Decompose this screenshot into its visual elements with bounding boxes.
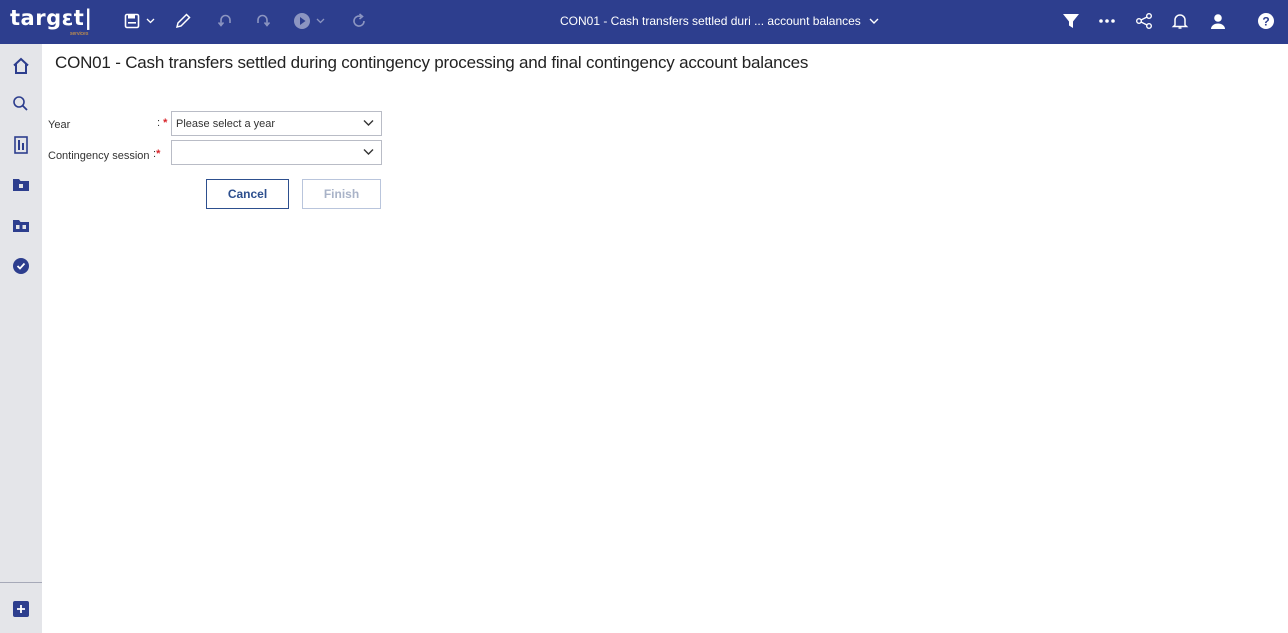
report-icon[interactable] [8,132,34,158]
add-icon[interactable] [8,596,34,622]
undo-icon[interactable] [214,9,236,33]
session-required-marker: :* [153,148,160,160]
report-title-text: CON01 - Cash transfers settled duri ... … [560,14,861,28]
chevron-down-icon[interactable] [144,9,156,33]
required-asterisk: * [156,148,161,160]
save-icon[interactable] [122,9,142,33]
more-icon[interactable] [1096,9,1118,33]
user-icon[interactable] [1207,9,1229,33]
year-select-placeholder: Please select a year [176,117,276,130]
contingency-session-label: Contingency session [48,150,150,162]
required-asterisk: * [163,117,168,129]
chevron-down-icon [363,118,374,130]
folder-icon[interactable] [8,171,34,197]
bell-icon[interactable] [1169,9,1191,33]
refresh-icon[interactable] [348,9,370,33]
team-folder-icon[interactable] [8,212,34,238]
search-icon[interactable] [8,91,34,117]
run-icon[interactable] [292,9,312,33]
check-circle-icon[interactable] [8,253,34,279]
chevron-down-icon [869,14,879,28]
year-label: Year [48,119,71,131]
cancel-button[interactable]: Cancel [206,179,289,209]
redo-icon[interactable] [252,9,274,33]
sidebar-divider [0,582,42,583]
contingency-session-select[interactable] [171,140,382,165]
brand-subtitle: services [70,31,89,37]
chevron-down-icon[interactable] [314,9,326,33]
brand-logo: targεt| services [10,5,93,37]
edit-pencil-icon[interactable] [172,9,194,33]
svg-text:?: ? [1262,15,1269,29]
home-icon[interactable] [8,53,34,79]
sidebar [0,44,42,633]
year-required-marker: : * [157,117,167,129]
chevron-down-icon [363,147,374,159]
top-bar: targεt| services CON01 - Cash transfers … [0,0,1288,44]
finish-button[interactable]: Finish [302,179,381,209]
page-title: CON01 - Cash transfers settled during co… [55,53,809,72]
help-icon[interactable]: ? [1255,9,1277,33]
brand-name: targεt| [10,6,93,30]
share-icon[interactable] [1133,9,1155,33]
colon: : [157,117,161,129]
filter-icon[interactable] [1060,9,1082,33]
report-title-dropdown[interactable]: CON01 - Cash transfers settled duri ... … [560,14,879,28]
year-select[interactable]: Please select a year [171,111,382,136]
